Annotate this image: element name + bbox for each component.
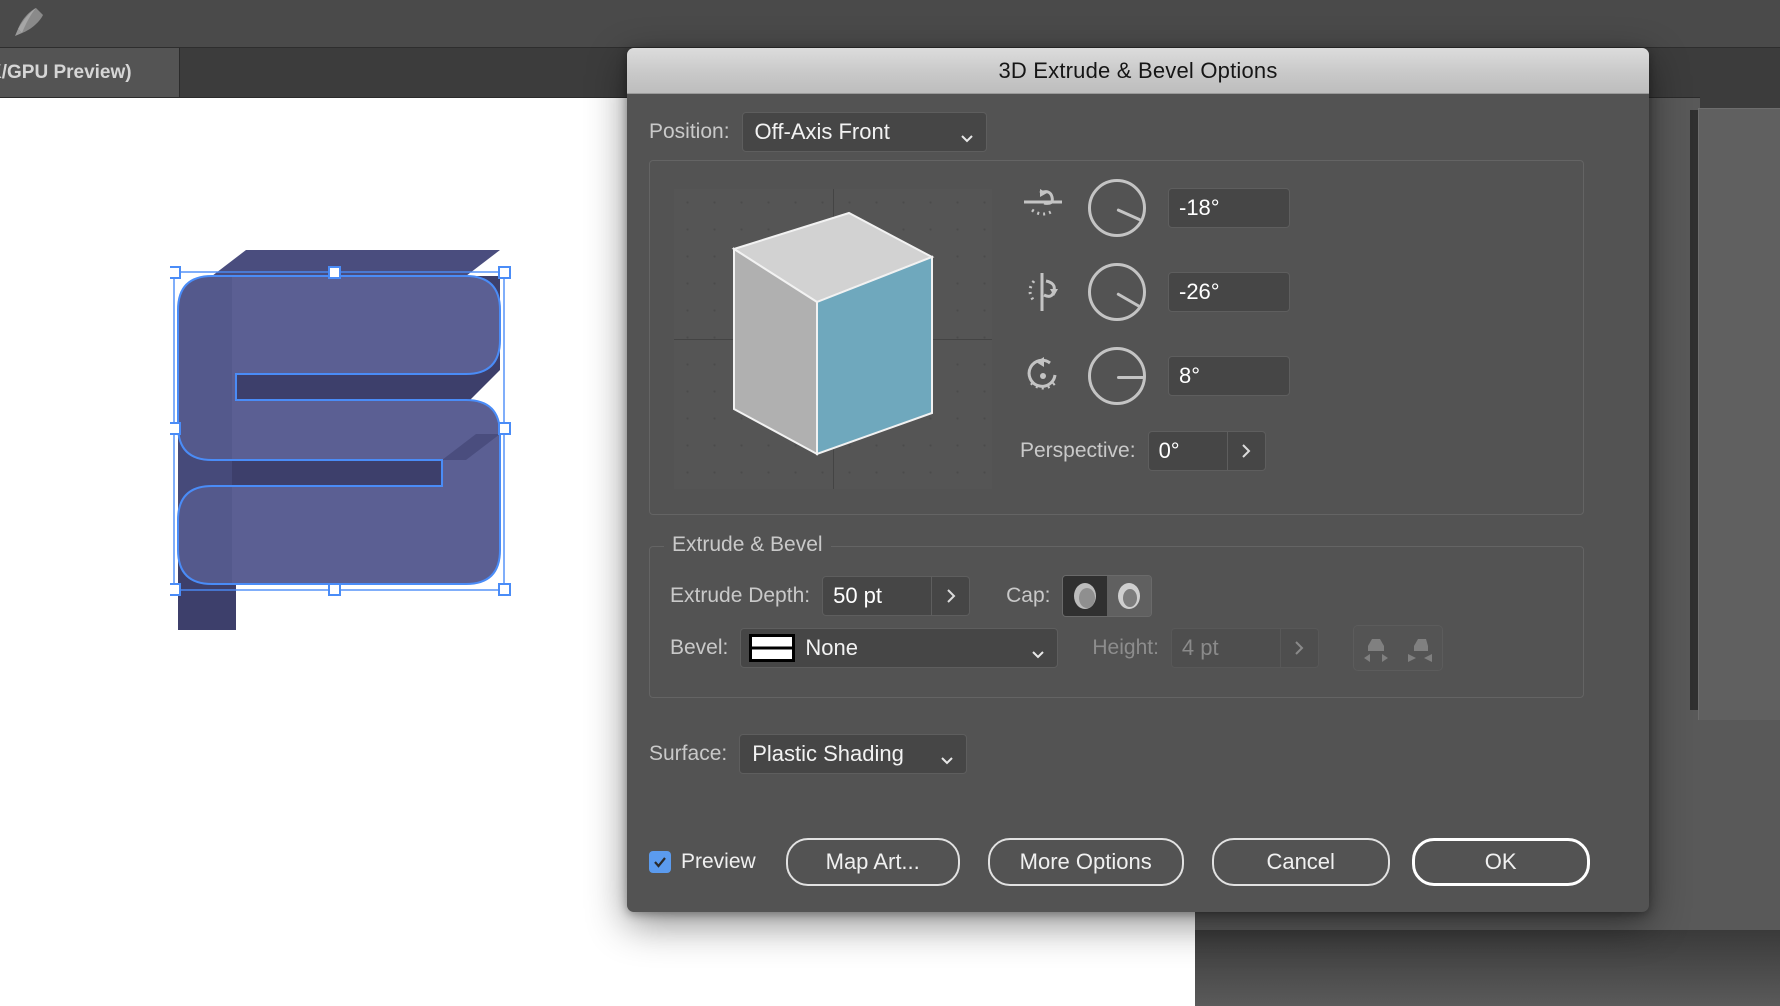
document-tab-label: K/GPU Preview) (0, 62, 132, 84)
rotate-x-value: -18° (1179, 195, 1220, 221)
bottom-panel-strip (1195, 930, 1780, 1006)
position-value: Off-Axis Front (755, 119, 890, 145)
dial-hand (1116, 292, 1140, 308)
chevron-down-icon (1031, 641, 1045, 655)
rotate-y-value: -26° (1179, 279, 1220, 305)
perspective-value: 0° (1159, 438, 1180, 464)
bevel-extent-out-icon (1361, 632, 1391, 664)
rotate-x-field[interactable]: -18° (1168, 188, 1290, 228)
rotate-z-dial[interactable] (1088, 347, 1146, 405)
illustrator-rocket-logo-icon (8, 2, 50, 42)
bevel-value: None (805, 635, 858, 661)
more-options-label: More Options (1020, 849, 1152, 875)
document-tab[interactable]: K/GPU Preview) (0, 48, 180, 97)
bevel-label: Bevel: (670, 636, 728, 660)
illustrator-window: K/GPU Preview) (0, 0, 1780, 1006)
chevron-right-icon (1240, 443, 1252, 459)
application-toolbar (0, 0, 1780, 48)
cap-toggle-group (1062, 575, 1152, 617)
extrude-depth-row: Extrude Depth: 50 pt Cap: (670, 575, 1152, 617)
extrude-depth-value: 50 pt (833, 583, 882, 609)
extrude-depth-field[interactable]: 50 pt (822, 576, 932, 616)
3d-extrude-bevel-dialog: 3D Extrude & Bevel Options Position: Off… (627, 48, 1649, 912)
rotate-y-dial[interactable] (1088, 263, 1146, 321)
rotate-z-row: 8° (1020, 347, 1290, 405)
rotate-x-axis-icon (1020, 185, 1066, 231)
dial-hand (1116, 208, 1141, 221)
position-label: Position: (649, 120, 730, 144)
surface-label: Surface: (649, 742, 727, 766)
surface-row: Surface: Plastic Shading (649, 734, 967, 774)
bevel-row: Bevel: None Height: 4 pt (670, 625, 1443, 671)
bevel-height-stepper-button (1281, 628, 1319, 668)
rotate-z-field[interactable]: 8° (1168, 356, 1290, 396)
extrude-depth-label: Extrude Depth: (670, 584, 810, 608)
bevel-height-label: Height: (1092, 636, 1159, 660)
artwork-3d-letter-s[interactable] (170, 250, 550, 650)
bevel-extent-in-icon (1405, 632, 1435, 664)
cap-hollow-icon (1115, 580, 1143, 612)
right-panel-edge (1690, 110, 1698, 710)
position-row: Position: Off-Axis Front (649, 112, 1627, 152)
position-groupbox: -18° (649, 160, 1584, 515)
chevron-down-icon (960, 125, 974, 139)
right-panel-header (1700, 48, 1780, 110)
preview-checkbox[interactable] (649, 851, 671, 873)
rotate-z-axis-icon (1020, 353, 1066, 399)
perspective-stepper-button[interactable] (1228, 431, 1266, 471)
map-art-label: Map Art... (826, 849, 920, 875)
more-options-button[interactable]: More Options (988, 838, 1184, 886)
extrude-bevel-legend: Extrude & Bevel (664, 533, 831, 557)
rotate-z-value: 8° (1179, 363, 1200, 389)
bevel-extent-out-button (1354, 626, 1398, 670)
cap-label: Cap: (1006, 584, 1050, 608)
map-art-button[interactable]: Map Art... (786, 838, 960, 886)
cube-preview-area[interactable] (674, 189, 992, 489)
ok-label: OK (1485, 849, 1517, 875)
extrude-bevel-groupbox: Extrude & Bevel Extrude Depth: 50 pt Cap… (649, 546, 1584, 698)
ok-button[interactable]: OK (1412, 838, 1590, 886)
extrude-depth-stepper-button[interactable] (932, 576, 970, 616)
dialog-body: Position: Off-Axis Front (627, 94, 1649, 912)
surface-value: Plastic Shading (752, 741, 904, 767)
bevel-height-value: 4 pt (1182, 635, 1219, 661)
cancel-button[interactable]: Cancel (1212, 838, 1390, 886)
right-panel-body (1698, 108, 1780, 720)
cap-hollow-button[interactable] (1107, 576, 1151, 616)
rotate-x-dial[interactable] (1088, 179, 1146, 237)
bevel-extent-in-button (1398, 626, 1442, 670)
cap-solid-button[interactable] (1063, 576, 1107, 616)
dial-hand (1117, 376, 1145, 379)
chevron-down-icon (940, 747, 954, 761)
dialog-footer: Preview Map Art... More Options Cancel O… (649, 838, 1627, 886)
bevel-none-swatch-icon (749, 634, 795, 662)
perspective-field[interactable]: 0° (1148, 431, 1228, 471)
cube-preview-icon (674, 189, 992, 489)
chevron-right-icon (1293, 640, 1305, 656)
dialog-title-bar[interactable]: 3D Extrude & Bevel Options (627, 48, 1649, 94)
bevel-extent-group (1353, 625, 1443, 671)
bevel-height-field: 4 pt (1171, 628, 1281, 668)
rotate-y-axis-icon (1020, 269, 1066, 315)
rotate-x-row: -18° (1020, 179, 1290, 237)
cap-solid-icon (1071, 580, 1099, 612)
cancel-label: Cancel (1266, 849, 1334, 875)
perspective-row: Perspective: 0° (1020, 431, 1290, 471)
preview-label: Preview (681, 850, 756, 874)
rotate-y-row: -26° (1020, 263, 1290, 321)
chevron-right-icon (945, 588, 957, 604)
rotation-controls: -18° (1020, 179, 1290, 471)
bevel-dropdown[interactable]: None (740, 628, 1058, 668)
rotate-y-field[interactable]: -26° (1168, 272, 1290, 312)
perspective-label: Perspective: (1020, 439, 1136, 463)
dialog-title-text: 3D Extrude & Bevel Options (998, 58, 1277, 84)
surface-dropdown[interactable]: Plastic Shading (739, 734, 967, 774)
checkmark-icon (652, 854, 668, 870)
position-dropdown[interactable]: Off-Axis Front (742, 112, 987, 152)
